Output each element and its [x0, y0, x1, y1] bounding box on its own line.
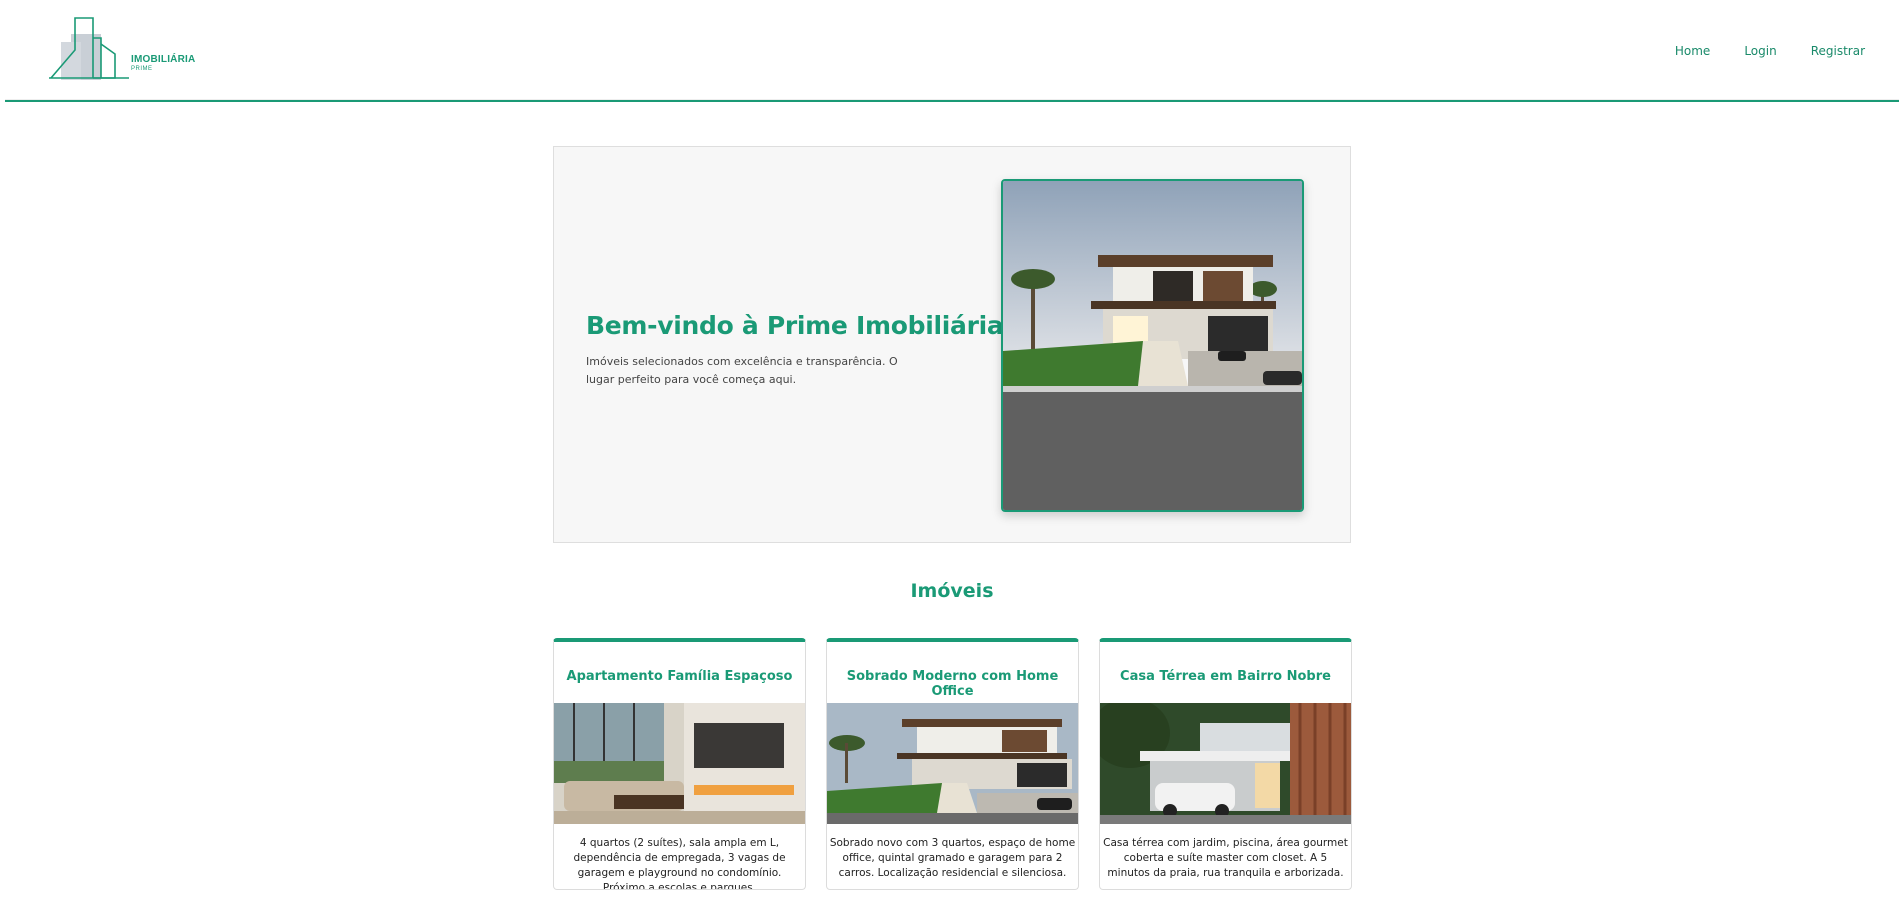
listing-card[interactable]: Casa Térrea em Bairro Nobre Casa térrea … [1099, 638, 1352, 890]
brand-logo[interactable]: IMOBILIÁRIA PRIME [49, 16, 199, 82]
card-description: Casa térrea com jardim, piscina, área go… [1103, 837, 1348, 879]
page: IMOBILIÁRIA PRIME Home Login Registrar B… [0, 0, 1899, 922]
hero-image [1001, 179, 1304, 512]
hero-title: Bem-vindo à Prime Imobiliária! [586, 311, 1015, 340]
brand-name: IMOBILIÁRIA [131, 54, 196, 65]
card-description: 4 quartos (2 suítes), sala ampla em L, d… [573, 837, 786, 890]
house-garage-photo-icon [1100, 703, 1351, 824]
listing-card[interactable]: Apartamento Família Espaçoso 4 quartos (… [553, 638, 806, 890]
site-header: IMOBILIÁRIA PRIME Home Login Registrar [5, 0, 1899, 102]
card-title[interactable]: Sobrado Moderno com Home Office [827, 669, 1078, 699]
card-title[interactable]: Apartamento Família Espaçoso [554, 669, 805, 684]
listing-card[interactable]: Sobrado Moderno com Home Office Sobrado … [826, 638, 1079, 890]
brand-tagline: PRIME [131, 66, 153, 72]
nav-login-link[interactable]: Login [1744, 44, 1776, 58]
building-logo-icon [49, 17, 129, 80]
modern-house-photo-icon [1003, 181, 1302, 510]
card-description: Sobrado novo com 3 quartos, espaço de ho… [829, 837, 1076, 879]
nav-home-link[interactable]: Home [1675, 44, 1710, 58]
card-title[interactable]: Casa Térrea em Bairro Nobre [1100, 669, 1351, 684]
modern-house-photo-icon [827, 703, 1078, 824]
listings-title: Imóveis [910, 580, 994, 602]
main-nav: Home Login Registrar [1675, 44, 1865, 58]
nav-register-link[interactable]: Registrar [1811, 44, 1865, 58]
living-room-photo-icon [554, 703, 805, 824]
hero-description: Imóveis selecionados com excelência e tr… [586, 355, 898, 386]
hero-section: Bem-vindo à Prime Imobiliária! Imóveis s… [553, 146, 1351, 543]
